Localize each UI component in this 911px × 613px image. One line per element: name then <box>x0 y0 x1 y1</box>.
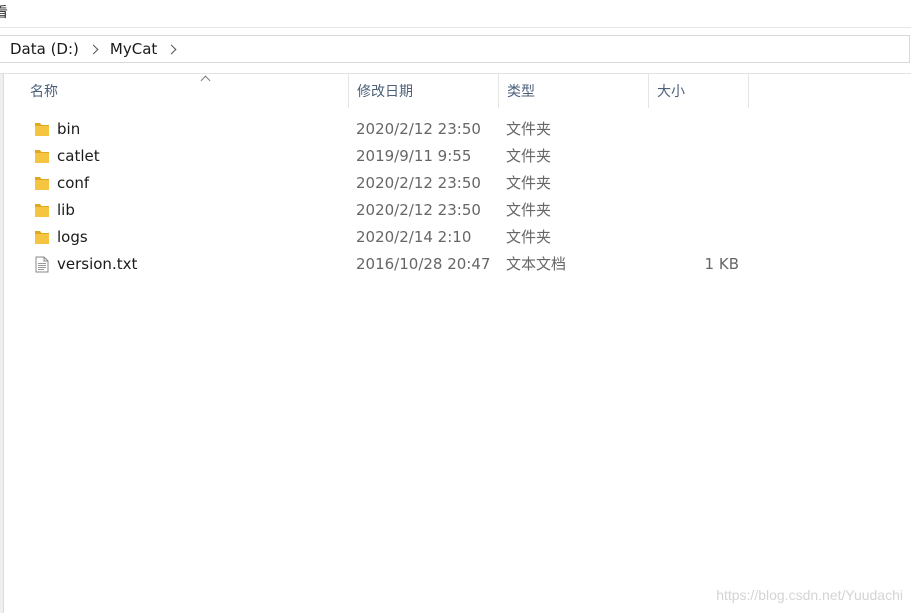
text-file-icon <box>34 256 50 273</box>
column-header-name-label: 名称 <box>30 84 58 100</box>
file-modified-date: 2020/2/12 23:50 <box>356 201 481 219</box>
file-size <box>649 143 739 170</box>
folder-icon <box>34 175 50 192</box>
ribbon-tab-view[interactable]: 看 <box>0 2 8 22</box>
column-header-size[interactable]: 大小 <box>649 74 749 108</box>
column-header-row: 名称 修改日期 类型 大小 <box>0 74 911 108</box>
file-modified-date: 2020/2/14 2:10 <box>356 228 472 246</box>
file-row[interactable]: lib 2020/2/12 23:50 文件夹 <box>0 197 911 224</box>
breadcrumb-item-drive[interactable]: Data (D:) <box>10 40 79 58</box>
file-explorer-window: 看 Data (D:) MyCat 名称 修改日期 类型 大小 bin 2020… <box>0 0 911 613</box>
ribbon-strip: 看 <box>0 0 911 28</box>
file-row[interactable]: bin 2020/2/12 23:50 文件夹 <box>0 116 911 143</box>
file-name: logs <box>57 228 88 246</box>
file-type: 文件夹 <box>506 228 552 246</box>
file-list-pane: 名称 修改日期 类型 大小 bin 2020/2/12 23:50 文件夹 catle… <box>0 73 911 613</box>
watermark: https://blog.csdn.net/Yuudachi <box>716 587 903 603</box>
breadcrumb-item-folder[interactable]: MyCat <box>110 40 157 58</box>
file-type: 文件夹 <box>506 174 552 192</box>
column-header-date[interactable]: 修改日期 <box>349 74 499 108</box>
folder-icon <box>34 121 50 138</box>
chevron-right-icon[interactable] <box>88 44 99 54</box>
file-type: 文本文档 <box>506 255 567 273</box>
file-size <box>649 197 739 224</box>
file-modified-date: 2016/10/28 20:47 <box>356 255 491 273</box>
file-modified-date: 2020/2/12 23:50 <box>356 174 481 192</box>
chevron-right-icon[interactable] <box>166 44 177 54</box>
file-row[interactable]: version.txt 2016/10/28 20:47 文本文档 1 KB <box>0 251 911 278</box>
file-name: catlet <box>57 147 100 165</box>
file-size <box>649 116 739 143</box>
file-size: 1 KB <box>704 255 739 273</box>
file-type: 文件夹 <box>506 147 552 165</box>
sort-ascending-icon <box>200 75 211 86</box>
folder-icon <box>34 202 50 219</box>
file-type: 文件夹 <box>506 120 552 138</box>
column-header-name[interactable]: 名称 <box>22 74 349 108</box>
column-header-date-label: 修改日期 <box>357 84 413 100</box>
file-size <box>649 224 739 251</box>
folder-icon <box>34 148 50 165</box>
file-name: conf <box>57 174 90 192</box>
address-bar[interactable]: Data (D:) MyCat <box>0 35 910 63</box>
file-rows: bin 2020/2/12 23:50 文件夹 catlet 2019/9/11 9:5… <box>0 116 911 278</box>
file-type: 文件夹 <box>506 201 552 219</box>
column-header-type[interactable]: 类型 <box>499 74 649 108</box>
folder-icon <box>34 229 50 246</box>
file-modified-date: 2019/9/11 9:55 <box>356 147 472 165</box>
file-row[interactable]: logs 2020/2/14 2:10 文件夹 <box>0 224 911 251</box>
file-size <box>649 170 739 197</box>
column-header-size-label: 大小 <box>657 84 685 100</box>
file-modified-date: 2020/2/12 23:50 <box>356 120 481 138</box>
column-header-type-label: 类型 <box>507 84 535 100</box>
file-name: version.txt <box>57 255 138 273</box>
file-name: bin <box>57 120 81 138</box>
file-row[interactable]: catlet 2019/9/11 9:55 文件夹 <box>0 143 911 170</box>
file-name: lib <box>57 201 75 219</box>
file-row[interactable]: conf 2020/2/12 23:50 文件夹 <box>0 170 911 197</box>
